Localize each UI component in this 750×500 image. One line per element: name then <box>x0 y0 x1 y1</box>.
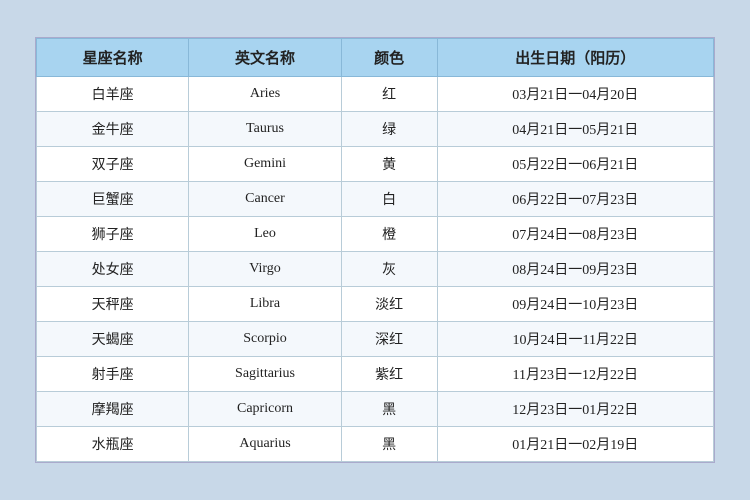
cell-chinese-name: 狮子座 <box>37 217 189 252</box>
cell-birthdate: 07月24日一08月23日 <box>437 217 713 252</box>
cell-color: 淡红 <box>341 287 437 322</box>
cell-chinese-name: 巨蟹座 <box>37 182 189 217</box>
cell-chinese-name: 白羊座 <box>37 77 189 112</box>
cell-chinese-name: 天秤座 <box>37 287 189 322</box>
cell-birthdate: 05月22日一06月21日 <box>437 147 713 182</box>
cell-english-name: Scorpio <box>189 322 341 357</box>
cell-color: 绿 <box>341 112 437 147</box>
cell-english-name: Virgo <box>189 252 341 287</box>
cell-birthdate: 10月24日一11月22日 <box>437 322 713 357</box>
table-body: 白羊座Aries红03月21日一04月20日金牛座Taurus绿04月21日一0… <box>37 77 714 462</box>
cell-color: 白 <box>341 182 437 217</box>
cell-english-name: Cancer <box>189 182 341 217</box>
cell-english-name: Sagittarius <box>189 357 341 392</box>
cell-birthdate: 09月24日一10月23日 <box>437 287 713 322</box>
table-row: 狮子座Leo橙07月24日一08月23日 <box>37 217 714 252</box>
cell-chinese-name: 天蝎座 <box>37 322 189 357</box>
header-color: 颜色 <box>341 39 437 77</box>
cell-birthdate: 06月22日一07月23日 <box>437 182 713 217</box>
cell-birthdate: 03月21日一04月20日 <box>437 77 713 112</box>
zodiac-table: 星座名称 英文名称 颜色 出生日期（阳历） 白羊座Aries红03月21日一04… <box>36 38 714 462</box>
table-header-row: 星座名称 英文名称 颜色 出生日期（阳历） <box>37 39 714 77</box>
cell-english-name: Libra <box>189 287 341 322</box>
cell-birthdate: 08月24日一09月23日 <box>437 252 713 287</box>
header-birthdate: 出生日期（阳历） <box>437 39 713 77</box>
cell-english-name: Taurus <box>189 112 341 147</box>
cell-english-name: Leo <box>189 217 341 252</box>
cell-color: 黑 <box>341 427 437 462</box>
cell-chinese-name: 摩羯座 <box>37 392 189 427</box>
table-row: 天蝎座Scorpio深红10月24日一11月22日 <box>37 322 714 357</box>
header-english-name: 英文名称 <box>189 39 341 77</box>
header-chinese-name: 星座名称 <box>37 39 189 77</box>
cell-color: 黄 <box>341 147 437 182</box>
table-row: 摩羯座Capricorn黑12月23日一01月22日 <box>37 392 714 427</box>
cell-color: 橙 <box>341 217 437 252</box>
cell-birthdate: 01月21日一02月19日 <box>437 427 713 462</box>
cell-color: 红 <box>341 77 437 112</box>
cell-color: 深红 <box>341 322 437 357</box>
cell-birthdate: 12月23日一01月22日 <box>437 392 713 427</box>
cell-color: 灰 <box>341 252 437 287</box>
table-row: 射手座Sagittarius紫红11月23日一12月22日 <box>37 357 714 392</box>
table-row: 水瓶座Aquarius黑01月21日一02月19日 <box>37 427 714 462</box>
cell-chinese-name: 处女座 <box>37 252 189 287</box>
cell-english-name: Gemini <box>189 147 341 182</box>
cell-english-name: Aries <box>189 77 341 112</box>
table-row: 金牛座Taurus绿04月21日一05月21日 <box>37 112 714 147</box>
table-row: 处女座Virgo灰08月24日一09月23日 <box>37 252 714 287</box>
cell-chinese-name: 双子座 <box>37 147 189 182</box>
cell-birthdate: 11月23日一12月22日 <box>437 357 713 392</box>
table-row: 巨蟹座Cancer白06月22日一07月23日 <box>37 182 714 217</box>
cell-english-name: Aquarius <box>189 427 341 462</box>
cell-chinese-name: 金牛座 <box>37 112 189 147</box>
cell-birthdate: 04月21日一05月21日 <box>437 112 713 147</box>
zodiac-table-container: 星座名称 英文名称 颜色 出生日期（阳历） 白羊座Aries红03月21日一04… <box>35 37 715 463</box>
cell-chinese-name: 射手座 <box>37 357 189 392</box>
cell-color: 黑 <box>341 392 437 427</box>
cell-english-name: Capricorn <box>189 392 341 427</box>
cell-color: 紫红 <box>341 357 437 392</box>
table-row: 双子座Gemini黄05月22日一06月21日 <box>37 147 714 182</box>
table-row: 白羊座Aries红03月21日一04月20日 <box>37 77 714 112</box>
table-row: 天秤座Libra淡红09月24日一10月23日 <box>37 287 714 322</box>
cell-chinese-name: 水瓶座 <box>37 427 189 462</box>
